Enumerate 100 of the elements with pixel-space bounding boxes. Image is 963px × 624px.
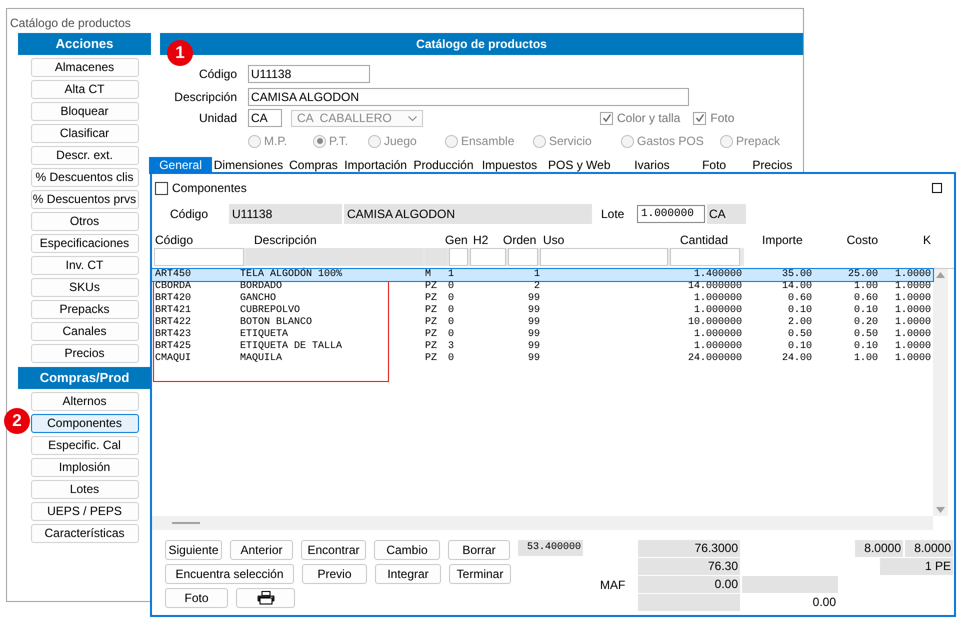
table-cell-text: 1.0000 [894, 353, 931, 365]
table-row[interactable]: CMAQUI MAQUILA PZ 0 99 24.000000 24.00 1.00 1.0000 [152, 353, 933, 365]
scroll-down-icon[interactable] [936, 507, 945, 513]
window-title: Catálogo de productos [10, 15, 131, 32]
chevron-down-icon [408, 116, 417, 120]
sidebar-button[interactable]: Especificaciones [30, 234, 138, 253]
vertical-scrollbar[interactable] [933, 269, 948, 516]
table-cell-text: PZ [425, 353, 438, 365]
sidebar-button[interactable]: Especific. Cal [30, 436, 138, 455]
sidebar-button[interactable]: Bloquear [30, 102, 138, 121]
sidebar-button[interactable]: Almacenes [30, 58, 138, 77]
table-row[interactable]: BRT420 GANCHO PZ 0 99 1.000000 0.60 0.60 1.0000 [152, 293, 933, 305]
sidebar-button[interactable]: UEPS / PEPS [30, 502, 138, 521]
table-cell-text: 1.0000 [894, 305, 931, 317]
table-cell-text: BRT423 [155, 329, 192, 341]
print-button[interactable] [236, 588, 295, 608]
table-cell-text: 1.0000 [894, 293, 931, 305]
table-row[interactable]: BRT422 BOTON BLANCO PZ 0 99 10.000000 2.00 0.20 1.0000 [152, 317, 933, 329]
table-cell-text: PZ [425, 293, 438, 305]
action-button[interactable]: Previo [302, 564, 367, 584]
table-row[interactable]: BRT421 CUBREPOLVO PZ 0 99 1.000000 0.10 0.10 1.0000 [152, 305, 933, 317]
description-field[interactable]: CAMISA ALGODON [248, 88, 689, 106]
checkbox[interactable] [155, 182, 168, 194]
table-cell-text: GANCHO [240, 293, 278, 305]
column-header: Descripción [253, 232, 318, 246]
table-cell-text: 1.0000 [894, 317, 931, 329]
table-cell-text: PZ [425, 317, 438, 329]
action-button[interactable]: Cambio [374, 540, 440, 560]
filter-field[interactable] [470, 248, 506, 266]
lot-field[interactable]: 1.000000 [637, 205, 705, 223]
table-row[interactable]: BRT423 ETIQUETA PZ 0 99 1.000000 0.50 0.50 1.0000 [152, 329, 933, 341]
table-row[interactable]: CBORDA BORDADO PZ 0 2 14.000000 14.00 1.00 1.0000 [152, 281, 933, 293]
table-cell-text: 3 [448, 341, 456, 353]
field-label: MAF [600, 577, 626, 594]
table-cell-text: 1.000000 [692, 329, 742, 341]
table-cell-text: BORDADO [240, 281, 284, 293]
table-cell-text: PZ [425, 341, 438, 353]
sidebar-button[interactable]: % Descuentos prvs [30, 190, 138, 209]
sidebar-button[interactable]: Alternos [30, 392, 138, 411]
table-cell-text: 2.00 [786, 317, 812, 329]
section-header: Compras/Prod [18, 367, 151, 389]
action-button[interactable]: Anterior [230, 540, 293, 560]
table-cell-text: ART450 [155, 269, 192, 281]
sidebar-button[interactable]: Implosión [30, 458, 138, 477]
sidebar-button[interactable]: % Descuentos clis [30, 168, 138, 187]
filter-field[interactable] [449, 248, 468, 266]
column-header: Importe [761, 232, 804, 246]
sidebar-button[interactable]: Alta CT [30, 80, 138, 99]
action-button[interactable]: Terminar [449, 564, 511, 584]
table-cell-text: MAQUILA [240, 353, 284, 365]
filter-field[interactable] [508, 248, 538, 266]
table-cell-text: PZ [425, 281, 438, 293]
filter-field[interactable] [154, 248, 244, 266]
table-cell-text: 1.000000 [692, 341, 742, 353]
table-cell-text: CBORDA [155, 281, 192, 293]
table-row[interactable]: ART450 TELA ALGODÓN 100% M 1 1 1.400000 35.00 25.00 1.0000 [152, 269, 933, 281]
sidebar-button[interactable]: Clasificar [30, 124, 138, 143]
column-header: Gen [445, 232, 467, 246]
sidebar-button[interactable]: Precios [30, 344, 138, 363]
maximize-icon[interactable] [932, 183, 942, 193]
action-button[interactable]: Integrar [375, 564, 441, 584]
action-button[interactable]: Borrar [448, 540, 510, 560]
table-cell-text: 25.00 [846, 269, 878, 281]
sidebar-button[interactable]: Componentes [30, 414, 138, 433]
action-button[interactable]: Encontrar [301, 540, 366, 560]
table-cell-text: 99 [526, 317, 540, 329]
table-cell-text: 0 [448, 293, 456, 305]
table-cell-text: 0.10 [786, 305, 812, 317]
sidebar-button[interactable]: Canales [30, 322, 138, 341]
action-button[interactable]: Encuentra selección [165, 564, 294, 584]
table-cell-text: BRT420 [155, 293, 192, 305]
code-field[interactable]: U11138 [248, 65, 370, 83]
table-cell-text: 2 [532, 281, 540, 293]
table-cell-text: ETIQUETA DE TALLA [240, 341, 344, 353]
sidebar-button[interactable]: Características [30, 524, 138, 543]
table-cell-text: M [425, 269, 432, 281]
action-button[interactable]: Siguiente [165, 540, 222, 560]
table-row[interactable]: BRT425 ETIQUETA DE TALLA PZ 3 99 1.000000 0.10 0.10 1.0000 [152, 341, 933, 353]
sidebar-button[interactable]: SKUs [30, 278, 138, 297]
sidebar-button[interactable]: Lotes [30, 480, 138, 499]
table-cell-text: TELA ALGODÓN 100% [240, 269, 344, 281]
action-button[interactable]: Foto [165, 588, 228, 608]
value-field: 0.00 [638, 576, 740, 593]
column-header: Orden [503, 232, 538, 246]
table-cell-text: 0 [448, 317, 456, 329]
radio-label: Gastos POS [637, 133, 704, 150]
printer-icon [256, 591, 274, 605]
dialog-title: Componentes [172, 180, 247, 197]
scroll-thumb[interactable] [172, 522, 200, 524]
sidebar-button[interactable]: Prepacks [30, 300, 138, 319]
column-header: Cantidad [679, 232, 730, 246]
sidebar-button[interactable]: Otros [30, 212, 138, 231]
scroll-up-icon[interactable] [936, 272, 945, 278]
filter-field[interactable] [670, 248, 740, 266]
table-cell-text: 0.50 [786, 329, 812, 341]
horizontal-scrollbar[interactable] [152, 515, 933, 530]
sidebar-button[interactable]: Descr. ext. [30, 146, 138, 165]
filter-field[interactable] [540, 248, 668, 266]
sidebar-button[interactable]: Inv. CT [30, 256, 138, 275]
table-cell-text: 35.00 [780, 269, 812, 281]
